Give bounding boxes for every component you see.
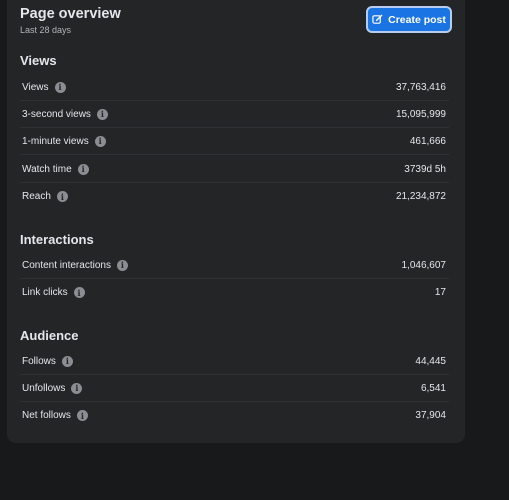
- metric-value: 37,904: [415, 410, 446, 421]
- metric-value: 3739d 5h: [404, 163, 446, 175]
- metric-row-unfollows: Unfollows i 6,541: [20, 375, 449, 402]
- metric-value: 17: [434, 287, 446, 298]
- section-title-interactions: Interactions: [20, 232, 94, 247]
- metric-label: Unfollows: [22, 382, 66, 394]
- metric-label: 3-second views: [22, 108, 91, 120]
- metric-label: Follows: [22, 355, 56, 367]
- card-header: Page overview Last 28 days: [20, 6, 121, 35]
- metric-row-content-interactions: Content interactions i 1,046,607: [20, 252, 449, 279]
- metric-value: 1,046,607: [401, 259, 447, 271]
- metric-label: Net follows: [22, 410, 71, 421]
- info-icon[interactable]: i: [71, 382, 83, 394]
- metric-row-follows: Follows i 44,445: [20, 348, 449, 375]
- metric-row-3-second-views: 3-second views i 15,095,999: [20, 101, 449, 128]
- metric-value: 6,541: [420, 382, 446, 394]
- info-icon[interactable]: i: [76, 410, 88, 421]
- metric-value: 15,095,999: [395, 108, 446, 120]
- info-icon[interactable]: i: [56, 191, 68, 202]
- info-icon[interactable]: i: [61, 355, 73, 367]
- info-icon[interactable]: i: [77, 163, 89, 175]
- create-post-label: Create post: [388, 13, 446, 26]
- metric-value: 21,234,872: [395, 191, 446, 202]
- metric-label: Views: [22, 81, 49, 93]
- metric-label: Link clicks: [22, 287, 68, 298]
- info-icon[interactable]: i: [94, 135, 106, 147]
- info-icon[interactable]: i: [96, 108, 108, 120]
- metric-row-link-clicks: Link clicks i 17: [20, 279, 449, 306]
- section-title-views: Views: [20, 53, 57, 68]
- info-icon[interactable]: i: [116, 259, 128, 271]
- page-title: Page overview: [20, 6, 121, 22]
- metric-label: Watch time: [22, 163, 72, 175]
- metric-row-views: Views i 37,763,416: [20, 74, 449, 101]
- page-overview-card: Page overview Last 28 days Create post V…: [7, 0, 465, 443]
- metric-row-watch-time: Watch time i 3739d 5h: [20, 156, 449, 183]
- section-title-audience: Audience: [20, 328, 79, 343]
- metric-label: Reach: [22, 191, 51, 202]
- metric-value: 37,763,416: [395, 81, 446, 93]
- metric-row-net-follows: Net follows i 37,904: [20, 402, 449, 429]
- metric-value: 461,666: [409, 135, 446, 147]
- edit-icon: [372, 14, 383, 25]
- metric-label: Content interactions: [22, 259, 111, 271]
- info-icon[interactable]: i: [73, 287, 85, 298]
- create-post-button[interactable]: Create post: [366, 6, 452, 33]
- metric-row-1-minute-views: 1-minute views i 461,666: [20, 128, 449, 155]
- metric-value: 44,445: [415, 355, 446, 367]
- metric-label: 1-minute views: [22, 135, 89, 147]
- info-icon[interactable]: i: [54, 81, 66, 93]
- metric-row-reach: Reach i 21,234,872: [20, 183, 449, 210]
- date-range-label: Last 28 days: [20, 25, 72, 35]
